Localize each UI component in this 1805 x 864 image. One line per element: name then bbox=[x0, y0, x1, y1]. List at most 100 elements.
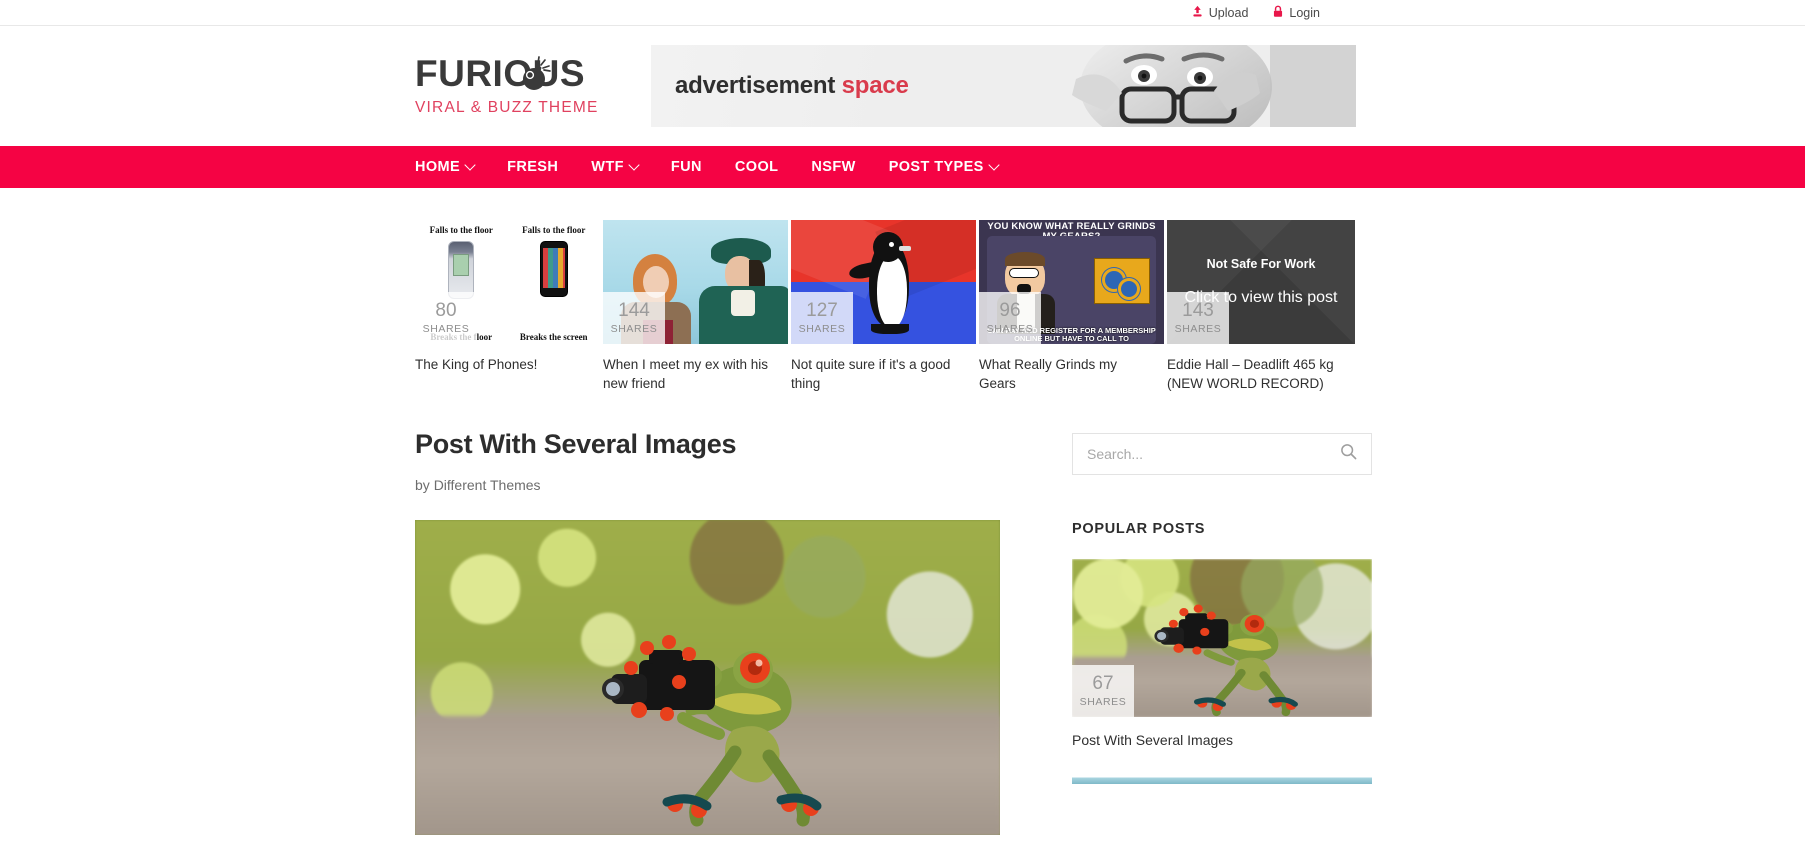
shares-badge: 127 SHARES bbox=[791, 292, 853, 344]
featured-card-title[interactable]: Not quite sure if it's a good thing bbox=[791, 356, 976, 393]
shares-label: SHARES bbox=[1079, 696, 1127, 709]
frog-with-camera-illustration bbox=[583, 598, 843, 828]
featured-thumbnail[interactable]: 127 SHARES bbox=[791, 220, 976, 344]
meme-caption-top-right: Falls to the floor bbox=[522, 225, 586, 235]
featured-thumbnail-nsfw[interactable]: Not Safe For Work Click to view this pos… bbox=[1167, 220, 1355, 344]
popular-post-thumbnail-next[interactable] bbox=[1072, 770, 1372, 785]
site-logo[interactable]: FURIOUS VIRAL & BUZZ THEME bbox=[415, 55, 625, 117]
shares-label: SHARES bbox=[422, 323, 470, 335]
lock-icon bbox=[1272, 5, 1284, 21]
frog-with-camera-illustration bbox=[1142, 583, 1312, 717]
widget-title-popular-posts: POPULAR POSTS bbox=[1072, 521, 1206, 538]
illustration-part bbox=[889, 242, 894, 247]
shares-label: SHARES bbox=[610, 323, 658, 335]
featured-thumbnail[interactable]: Falls to the floor Breaks the floor Fall… bbox=[415, 220, 600, 344]
featured-posts-strip: Falls to the floor Breaks the floor Fall… bbox=[0, 188, 1805, 393]
logo-tagline: VIRAL & BUZZ THEME bbox=[415, 99, 599, 116]
upload-label: Upload bbox=[1208, 5, 1249, 20]
featured-thumbnail[interactable]: YOU KNOW WHAT REALLY GRINDS MY GEARS? CA… bbox=[979, 220, 1164, 344]
shares-badge: 144 SHARES bbox=[603, 292, 665, 344]
ad-text-accent: space bbox=[841, 72, 909, 99]
advertisement-banner[interactable]: advertisement space bbox=[651, 45, 1356, 127]
login-link[interactable]: Login bbox=[1272, 5, 1320, 21]
nav-label: FUN bbox=[670, 159, 702, 175]
byline-prefix: by bbox=[415, 477, 430, 494]
nav-item-wtf[interactable]: WTF bbox=[591, 159, 640, 175]
nav-item-home[interactable]: HOME bbox=[415, 159, 476, 175]
nsfw-warning-title: Not Safe For Work bbox=[1206, 257, 1316, 271]
meme-caption-top-left: Falls to the floor bbox=[429, 225, 493, 235]
nav-label: COOL bbox=[734, 159, 779, 175]
featured-card[interactable]: Not Safe For Work Click to view this pos… bbox=[1167, 220, 1355, 393]
featured-card-title[interactable]: Eddie Hall – Deadlift 465 kg (NEW WORLD … bbox=[1167, 356, 1355, 393]
ad-text-dark: advertisement bbox=[675, 72, 836, 99]
popular-post-title[interactable]: Post With Several Images bbox=[1072, 732, 1372, 748]
nav-item-fun[interactable]: FUN bbox=[671, 159, 702, 175]
nav-label: WTF bbox=[591, 159, 624, 175]
logo-wordmark: FURIOUS bbox=[415, 53, 585, 94]
shares-badge: 80 SHARES bbox=[415, 292, 477, 344]
illustration-part bbox=[877, 256, 907, 328]
sidebar: POPULAR POSTS bbox=[1072, 429, 1372, 835]
search-box[interactable] bbox=[1072, 433, 1372, 476]
ad-text: advertisement space bbox=[675, 72, 909, 100]
featured-card[interactable]: 144 SHARES When I meet my ex with his ne… bbox=[603, 220, 788, 393]
popular-post-thumbnail[interactable]: 67 SHARES bbox=[1072, 559, 1372, 718]
shares-count: 67 bbox=[1092, 673, 1114, 695]
nokia-phone-illustration bbox=[448, 241, 475, 299]
search-icon[interactable] bbox=[1340, 443, 1357, 465]
chevron-down-icon bbox=[464, 159, 476, 171]
nav-label: HOME bbox=[415, 159, 461, 175]
shares-label: SHARES bbox=[986, 323, 1034, 335]
main-navigation: HOME FRESH WTF FUN COOL NSFW POST TYPES bbox=[0, 146, 1805, 188]
shares-count: 143 bbox=[1182, 300, 1214, 321]
shares-count: 80 bbox=[435, 300, 457, 321]
featured-card[interactable]: Falls to the floor Breaks the floor Fall… bbox=[415, 220, 600, 393]
article-column: Post With Several Images by Different Th… bbox=[415, 429, 1000, 836]
shares-label: SHARES bbox=[798, 323, 846, 335]
upload-icon bbox=[1191, 5, 1204, 21]
illustration-part bbox=[1005, 252, 1045, 266]
featured-card-title[interactable]: When I meet my ex with his new friend bbox=[603, 356, 788, 393]
shares-badge: 67 SHARES bbox=[1072, 665, 1134, 718]
meme-panel-right: Falls to the floor Breaks the screen bbox=[508, 220, 601, 344]
illustration-part bbox=[899, 246, 911, 251]
upload-link[interactable]: Upload bbox=[1191, 5, 1249, 21]
gears-illustration bbox=[1094, 258, 1150, 304]
post-hero-image bbox=[415, 520, 1000, 836]
shares-label: SHARES bbox=[1174, 323, 1222, 335]
shares-badge: 143 SHARES bbox=[1167, 292, 1229, 344]
nav-label: NSFW bbox=[811, 159, 856, 175]
featured-card-title[interactable]: What Really Grinds my Gears bbox=[979, 356, 1164, 393]
post-byline: by Different Themes bbox=[415, 477, 1000, 493]
post-author[interactable]: Different Themes bbox=[434, 477, 541, 493]
shares-count: 96 bbox=[999, 300, 1021, 321]
illustration-part bbox=[871, 324, 909, 334]
chevron-down-icon bbox=[628, 159, 640, 171]
nav-label: FRESH bbox=[507, 159, 559, 175]
illustration-part bbox=[1009, 268, 1039, 278]
illustration-part bbox=[1121, 281, 1137, 297]
iphone-illustration bbox=[539, 241, 568, 297]
shares-count: 144 bbox=[618, 300, 650, 321]
featured-card[interactable]: YOU KNOW WHAT REALLY GRINDS MY GEARS? CA… bbox=[979, 220, 1164, 393]
nav-item-fresh[interactable]: FRESH bbox=[507, 159, 558, 175]
page-title: Post With Several Images bbox=[415, 429, 737, 460]
nav-label: POST TYPES bbox=[888, 159, 984, 175]
nav-item-cool[interactable]: COOL bbox=[735, 159, 779, 175]
bomb-icon bbox=[518, 56, 552, 92]
nav-item-post-types[interactable]: POST TYPES bbox=[888, 159, 1000, 175]
shares-badge: 96 SHARES bbox=[979, 292, 1041, 344]
site-header: FURIOUS VIRAL & BUZZ THEME advertisement… bbox=[0, 26, 1805, 146]
featured-card[interactable]: 127 SHARES Not quite sure if it's a good… bbox=[791, 220, 976, 393]
chevron-down-icon bbox=[988, 159, 1000, 171]
page-root: Upload Login FURIOUS VIRAL & BUZZ THEME … bbox=[0, 0, 1805, 864]
main-content: Post With Several Images by Different Th… bbox=[0, 393, 1805, 836]
nav-item-nsfw[interactable]: NSFW bbox=[811, 159, 855, 175]
featured-card-title[interactable]: The King of Phones! bbox=[415, 356, 600, 375]
ad-face-image bbox=[926, 45, 1356, 127]
meme-caption-bottom-right: Breaks the screen bbox=[519, 332, 588, 342]
search-input[interactable] bbox=[1087, 446, 1340, 463]
featured-thumbnail[interactable]: 144 SHARES bbox=[603, 220, 788, 344]
shares-count: 127 bbox=[806, 300, 838, 321]
